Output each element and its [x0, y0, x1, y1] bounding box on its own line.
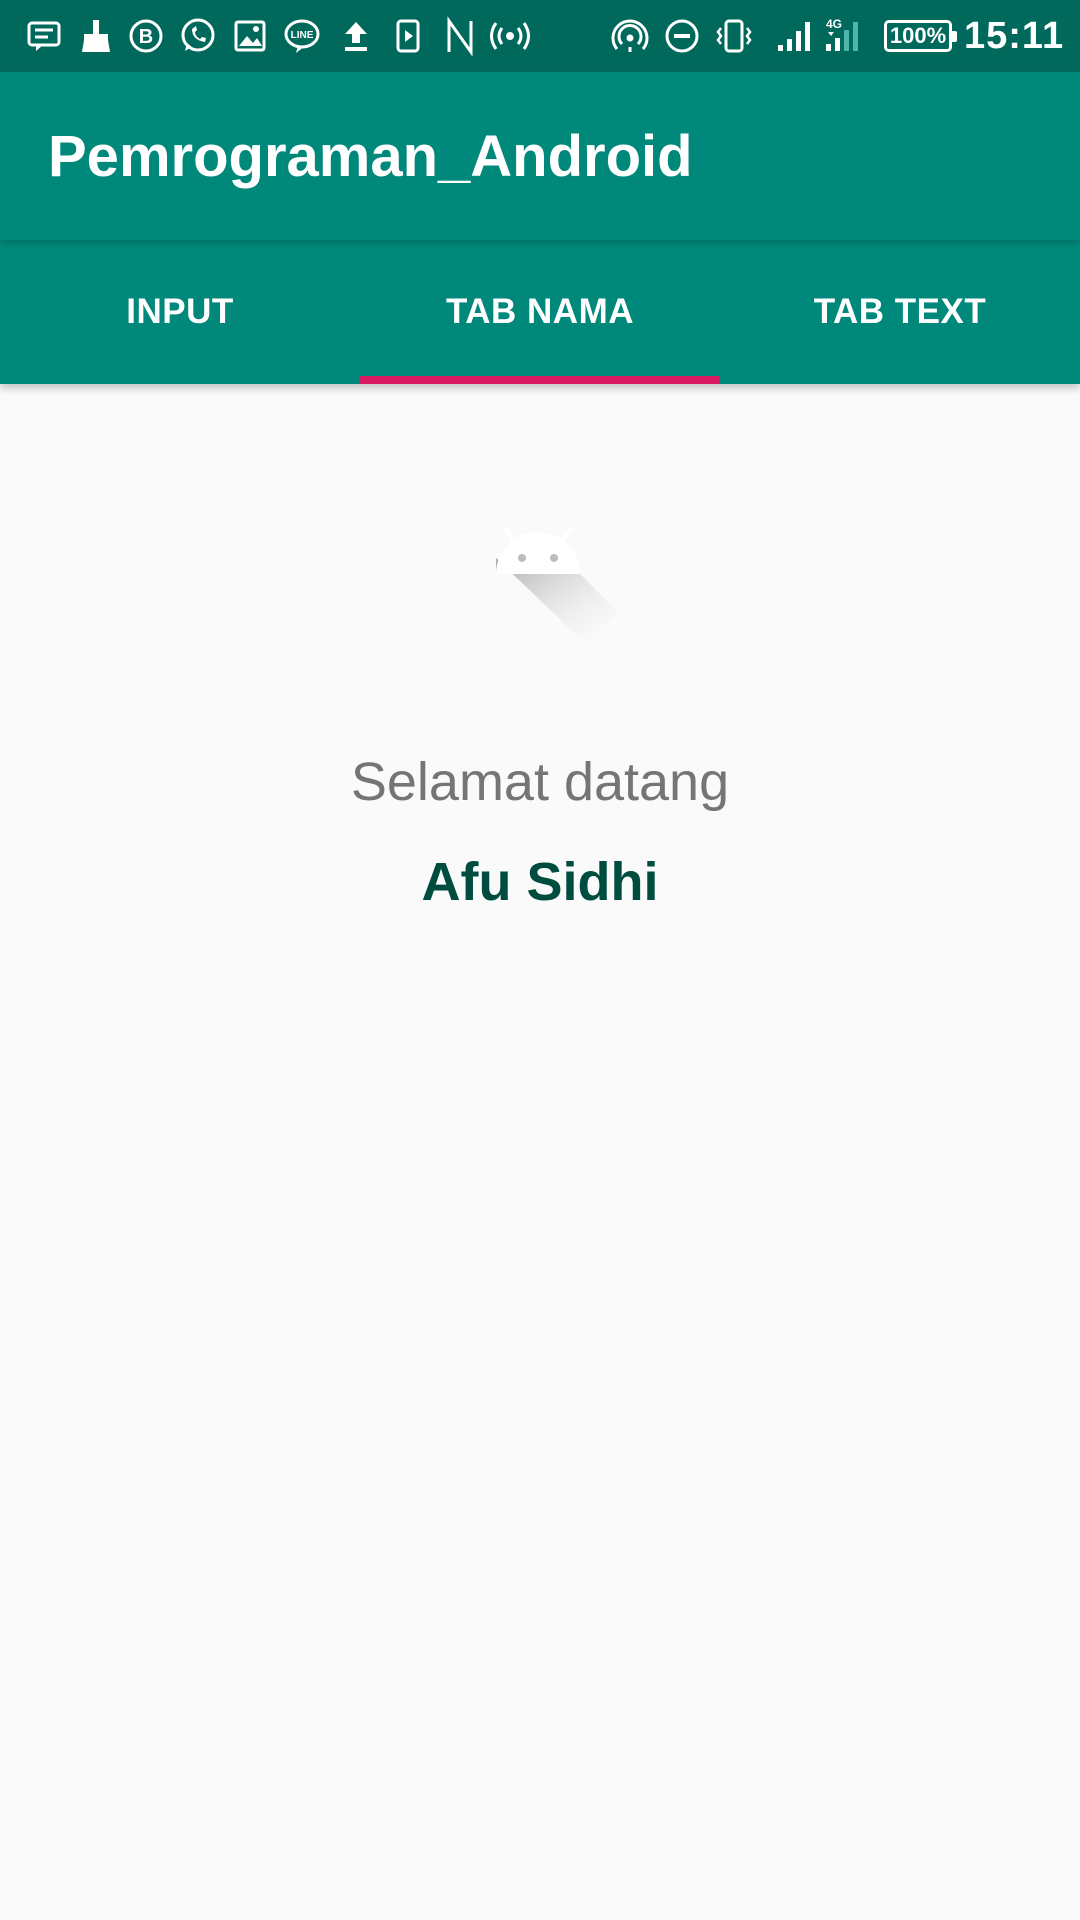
hotspot-icon	[490, 16, 530, 56]
video-icon	[388, 16, 428, 56]
line-icon: LINE	[282, 16, 322, 56]
signal-icon	[776, 16, 816, 56]
vibrate-icon	[714, 16, 754, 56]
wireless-icon	[610, 16, 650, 56]
tab-text[interactable]: TAB TEXT	[720, 240, 1080, 384]
main-content: Selamat datang Afu Sidhi	[0, 384, 1080, 1920]
battery-indicator: 100%	[884, 20, 957, 52]
status-clock: 15:11	[964, 15, 1065, 57]
welcome-text: Selamat datang	[350, 752, 730, 812]
tab-bar: INPUT TAB NAMA TAB TEXT	[0, 240, 1080, 384]
app-title: Pemrograman_Android	[48, 124, 693, 189]
tab-indicator	[360, 376, 720, 384]
n-icon	[440, 16, 480, 57]
user-name: Afu Sidhi	[421, 852, 659, 912]
whatsapp-icon	[178, 16, 218, 56]
whatsapp-business-icon: B	[126, 16, 166, 56]
upload-icon	[336, 16, 376, 56]
android-icon	[490, 526, 630, 646]
app-bar: Pemrograman_Android	[0, 72, 1080, 240]
signal-4g-icon: 4G	[824, 16, 864, 56]
cleaner-icon	[76, 16, 116, 56]
tab-input[interactable]: INPUT	[0, 240, 360, 384]
svg-text:4G: 4G	[826, 17, 842, 31]
tab-nama[interactable]: TAB NAMA	[360, 240, 720, 384]
status-bar: B LINE 4G 100% 15:11	[0, 0, 1080, 72]
do-not-disturb-icon	[662, 16, 702, 56]
message-icon	[24, 16, 64, 56]
svg-text:B: B	[139, 26, 153, 48]
gallery-icon	[230, 16, 270, 56]
svg-text:LINE: LINE	[291, 30, 314, 41]
